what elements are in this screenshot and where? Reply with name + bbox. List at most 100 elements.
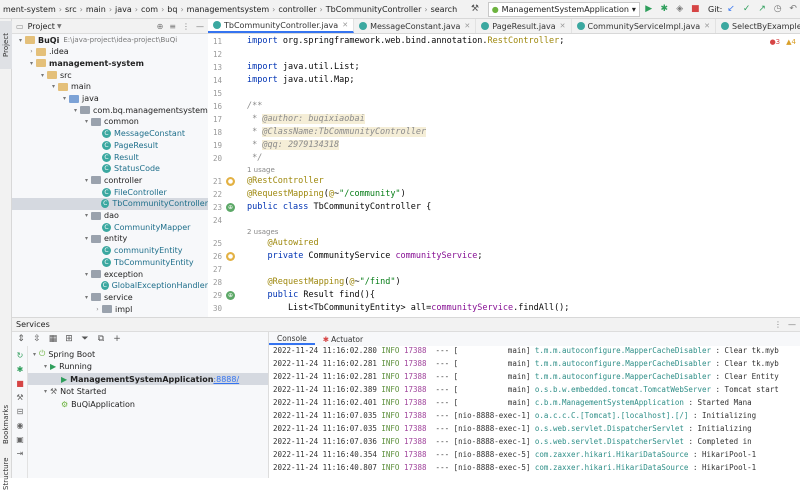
breadcrumb-item[interactable]: main <box>83 5 109 14</box>
collapse-icon[interactable]: ≡ <box>169 22 176 31</box>
stop-icon[interactable]: ■ <box>689 2 703 16</box>
service-item[interactable]: ⚙ BuQiApplication <box>28 398 268 410</box>
breadcrumb-item[interactable]: ment-system <box>0 5 59 14</box>
git-commit-icon[interactable]: ✓ <box>740 2 754 16</box>
tree-item[interactable]: ▾ dao <box>12 210 208 222</box>
expand-arrow-icon[interactable]: ▾ <box>82 118 91 125</box>
bean-icon[interactable]: ● <box>226 177 235 186</box>
console-tab[interactable]: Console <box>269 334 315 345</box>
breadcrumb-item[interactable]: search <box>428 5 461 14</box>
editor-tab[interactable]: TbCommunityController.java ✕ <box>208 19 355 33</box>
tree-item[interactable]: CcommunityEntity <box>12 245 208 257</box>
breadcrumb-item[interactable]: TbCommunityController <box>323 5 425 14</box>
editor-tab[interactable]: SelectByExampleMapper.class✕ <box>716 19 800 33</box>
breadcrumb-item[interactable]: controller <box>275 5 319 14</box>
expand-all-icon[interactable]: ⇕ <box>14 332 28 346</box>
debug-icon[interactable]: ✱ <box>657 2 671 16</box>
expand-arrow-icon[interactable]: ▾ <box>38 72 47 79</box>
expand-arrow-icon[interactable]: › <box>27 48 36 55</box>
expand-arrow-icon[interactable]: ▾ <box>41 363 50 370</box>
code-editor[interactable]: import org.springframework.web.bind.anno… <box>244 34 800 317</box>
project-panel-title[interactable]: Project <box>28 22 55 31</box>
locate-icon[interactable]: ⊕ <box>157 22 164 31</box>
breadcrumb-item[interactable]: src <box>62 5 80 14</box>
structure-tool-tab[interactable]: Structure <box>0 451 12 497</box>
console-output[interactable]: 2022-11-24 11:16:02.280 INFO 17388 --- [… <box>268 346 800 478</box>
web-endpoint-icon[interactable]: ⊕ <box>226 203 235 212</box>
project-tool-tab[interactable]: Project <box>0 21 12 69</box>
bookmarks-tool-tab[interactable]: Bookmarks <box>0 399 12 449</box>
collapse-all-icon[interactable]: ⇳ <box>30 332 44 346</box>
service-item[interactable]: ▾ ▶ Running <box>28 361 268 373</box>
tree-item[interactable]: C MessageConstant <box>12 128 208 140</box>
tree-item[interactable]: ▾ exception <box>12 268 208 280</box>
editor-tab[interactable]: MessageConstant.java ✕ <box>354 19 477 33</box>
tree-item[interactable]: ▾ entity <box>12 233 208 245</box>
breadcrumb-item[interactable]: java <box>112 5 135 14</box>
expand-arrow-icon[interactable]: ▾ <box>82 212 91 219</box>
service-port-link[interactable]: :8888/ <box>213 375 239 384</box>
tree-item[interactable]: ▾ src <box>12 69 208 81</box>
expand-arrow-icon[interactable]: ▾ <box>41 388 50 395</box>
tree-item[interactable]: C TbCommunityEntity <box>12 256 208 268</box>
expand-arrow-icon[interactable]: ▾ <box>82 294 91 301</box>
service-item[interactable]: ▾ ⏻ Spring Boot <box>28 348 268 360</box>
service-item[interactable]: ▶ ManagementSystemApplication:8888/ <box>28 373 268 385</box>
editor-tab[interactable]: PageResult.java ✕ <box>476 19 572 33</box>
expand-arrow-icon[interactable]: ▾ <box>71 107 80 114</box>
wrench-icon[interactable]: ⚒ <box>15 392 25 402</box>
bean-icon[interactable]: ● <box>226 252 235 261</box>
expand-arrow-icon[interactable]: ▾ <box>82 177 91 184</box>
history-icon[interactable]: ◷ <box>771 2 785 16</box>
hide-icon[interactable]: — <box>196 22 204 31</box>
run-icon[interactable]: ▶ <box>642 2 656 16</box>
filter-icon[interactable]: ⏷ <box>78 332 92 346</box>
tree-item[interactable]: ▾ service <box>12 291 208 303</box>
git-push-icon[interactable]: ↗ <box>755 2 769 16</box>
expand-arrow-icon[interactable]: ▾ <box>16 37 25 44</box>
new-tab-icon[interactable]: ⧉ <box>94 332 108 346</box>
editor-tab[interactable]: CommunityServiceImpl.java ✕ <box>572 19 717 33</box>
coverage-icon[interactable]: ◈ <box>673 2 687 16</box>
tree-item[interactable]: C TbCommunityController <box>12 197 208 210</box>
usage-hint[interactable]: 2 usages <box>247 228 278 236</box>
deploy-icon[interactable]: ⊟ <box>15 406 25 416</box>
tree-item[interactable]: › .idea <box>12 46 208 58</box>
tree-item[interactable]: C FileController <box>12 186 208 198</box>
tree-item[interactable]: ▾ com.bq.managementsystem <box>12 104 208 116</box>
breadcrumb-item[interactable]: com <box>138 5 161 14</box>
hide-icon[interactable]: — <box>788 320 796 329</box>
expand-arrow-icon[interactable]: ▾ <box>82 271 91 278</box>
tree-item[interactable]: C StatusCode <box>12 163 208 175</box>
expand-arrow-icon[interactable]: › <box>93 306 102 313</box>
exit-icon[interactable]: ⇥ <box>15 448 25 458</box>
expand-arrow-icon[interactable]: ▾ <box>82 235 91 242</box>
options-icon[interactable]: ⋮ <box>182 22 190 31</box>
camera-icon[interactable]: ◉ <box>15 420 25 430</box>
tree-item[interactable]: ▾ management-system <box>12 57 208 69</box>
tree-item[interactable]: ▾ common <box>12 116 208 128</box>
tree-item[interactable]: C Result <box>12 151 208 163</box>
run-config-selector[interactable]: ● ManagementSystemApplication ▾ <box>487 1 640 17</box>
layout-icon[interactable]: ▣ <box>15 434 25 444</box>
git-update-icon[interactable]: ↙ <box>724 2 738 16</box>
debug-icon[interactable]: ✱ <box>15 364 25 374</box>
tree-item[interactable]: ▾ java <box>12 93 208 105</box>
service-item[interactable]: ▾ ⚒ Not Started <box>28 386 268 398</box>
expand-arrow-icon[interactable]: ▾ <box>49 83 58 90</box>
expand-arrow-icon[interactable]: ▾ <box>30 351 39 358</box>
tree-item[interactable]: ▾ controller <box>12 174 208 186</box>
stop-icon[interactable]: ■ <box>15 378 25 388</box>
tree-item[interactable]: › impl <box>12 303 208 315</box>
usage-hint[interactable]: 1 usage <box>247 166 275 174</box>
close-icon[interactable]: ✕ <box>464 22 470 30</box>
breadcrumb-item[interactable]: managementsystem <box>184 5 273 14</box>
hammer-icon[interactable]: ⚒ <box>468 2 482 16</box>
options-icon[interactable]: ⋮ <box>774 320 782 329</box>
revert-icon[interactable]: ↶ <box>786 2 800 16</box>
tree-item[interactable]: C CommunityMapper <box>12 221 208 233</box>
close-icon[interactable]: ✕ <box>704 22 710 30</box>
expand-arrow-icon[interactable]: ▾ <box>27 60 36 67</box>
close-icon[interactable]: ✕ <box>560 22 566 30</box>
tree-icon[interactable]: ⊞ <box>62 332 76 346</box>
